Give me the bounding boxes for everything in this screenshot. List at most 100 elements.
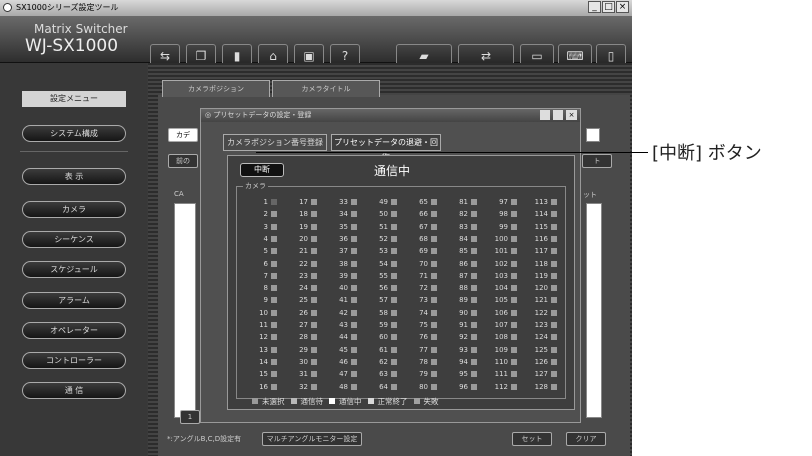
status-indicator-icon	[271, 248, 277, 255]
camera-status-cell: 75	[399, 320, 439, 330]
status-indicator-icon	[351, 211, 357, 218]
camera-status-cell: 114	[519, 209, 559, 219]
status-indicator-icon	[311, 334, 317, 341]
close-button[interactable]: ×	[616, 1, 629, 13]
sidebar-item-schedule[interactable]: スケジュール	[22, 261, 126, 278]
camera-number: 59	[379, 321, 388, 329]
minimize-button[interactable]: _	[588, 1, 601, 13]
camera-number: 123	[534, 321, 548, 329]
camera-status-cell: 36	[319, 234, 359, 244]
brand-line2: WJ-SX1000	[25, 36, 119, 56]
camera-status-cell: 98	[479, 209, 519, 219]
camera-number: 10	[259, 308, 268, 317]
status-indicator-icon	[351, 358, 357, 365]
camera-number: 51	[379, 222, 388, 231]
sidebar-item-system[interactable]: システム構成	[22, 125, 126, 142]
sidebar-item-operator[interactable]: オペレーター	[22, 322, 126, 339]
tab-camera-position[interactable]: カメラポジション	[162, 80, 270, 97]
camera-status-cell: 90	[439, 308, 479, 318]
dialog-close-button[interactable]: ×	[566, 110, 577, 120]
camera-number: 39	[339, 271, 348, 280]
suspend-button[interactable]: 中断	[240, 163, 284, 177]
camera-number: 126	[534, 357, 548, 366]
multi-angle-button[interactable]: マルチアングルモニター設定	[262, 432, 362, 446]
camera-number: 86	[459, 259, 468, 268]
dialog-maximize-button[interactable]	[553, 110, 563, 120]
footnote: *:アングルB,C,D設定有	[167, 435, 242, 443]
camera-status-cell: 121	[519, 295, 559, 305]
status-indicator-icon	[271, 235, 277, 242]
status-indicator-icon	[511, 358, 517, 365]
status-indicator-icon	[471, 223, 477, 230]
status-indicator-icon	[391, 211, 397, 218]
status-indicator-icon	[351, 334, 357, 341]
camera-status-cell: 128	[519, 382, 559, 392]
col-header-right: ット	[583, 191, 597, 199]
status-indicator-icon	[351, 322, 357, 328]
camera-status-cell: 86	[439, 259, 479, 269]
camera-number: 106	[494, 308, 508, 317]
status-indicator-icon	[511, 235, 517, 242]
camera-number: 47	[339, 370, 348, 379]
camera-status-cell: 113	[519, 197, 559, 207]
tab-preset-backup[interactable]: プリセットデータの退避・回復	[331, 134, 441, 162]
sidebar-item-sequence[interactable]: シーケンス	[22, 231, 126, 248]
sidebar-item-display[interactable]: 表 示	[22, 168, 126, 185]
camera-status-cell: 34	[319, 209, 359, 219]
status-indicator-icon	[511, 248, 517, 255]
clear-button[interactable]: クリア	[566, 432, 606, 446]
sidebar-item-alarm[interactable]: アラーム	[22, 292, 126, 309]
camera-number: 93	[459, 345, 468, 354]
status-indicator-icon	[511, 272, 517, 279]
tab-camera-title[interactable]: カメラタイトル	[272, 80, 380, 97]
camera-status-cell: 119	[519, 271, 559, 281]
camera-status-cell: 32	[279, 382, 319, 392]
next-button[interactable]: ト	[582, 154, 612, 168]
status-indicator-icon	[271, 260, 277, 267]
camera-status-cell: 93	[439, 345, 479, 355]
camera-status-cell: 79	[399, 369, 439, 379]
camera-status-cell: 40	[319, 283, 359, 293]
camera-status-cell: 45	[319, 345, 359, 355]
set-button[interactable]: セット	[512, 432, 552, 446]
comm-title: 通信中	[374, 164, 411, 178]
status-indicator-icon	[391, 223, 397, 230]
checkbox[interactable]	[586, 128, 600, 142]
status-indicator-icon	[311, 199, 317, 205]
camera-number: 46	[339, 357, 348, 366]
camera-number: 32	[299, 382, 308, 391]
camera-number: 20	[299, 234, 308, 243]
camera-status-cell: 65	[399, 197, 439, 207]
status-indicator-icon	[391, 199, 397, 205]
dialog-minimize-button[interactable]	[540, 110, 550, 120]
left-field[interactable]: カデ	[168, 128, 198, 142]
camera-number: 89	[459, 296, 468, 305]
status-indicator-icon	[311, 346, 317, 353]
camera-number: 43	[339, 321, 348, 329]
camera-status-cell: 77	[399, 345, 439, 355]
camera-status-cell: 10	[239, 308, 279, 318]
status-indicator-icon	[431, 223, 437, 230]
status-indicator-icon	[551, 285, 557, 292]
status-indicator-icon	[351, 235, 357, 242]
page-button[interactable]: 1	[180, 410, 200, 424]
camera-number: 103	[494, 271, 508, 280]
camera-status-cell: 14	[239, 357, 279, 367]
legend-label: 通信中	[339, 397, 362, 406]
camera-number: 100	[494, 234, 508, 243]
status-indicator-icon	[551, 248, 557, 255]
camera-number: 104	[494, 284, 508, 293]
camera-number: 69	[419, 247, 428, 256]
camera-status-cell: 103	[479, 271, 519, 281]
sidebar-item-comm[interactable]: 通 信	[22, 382, 126, 399]
camera-number: 35	[339, 222, 348, 231]
legend-item: 通信待	[290, 396, 323, 407]
sidebar-item-controller[interactable]: コントローラー	[22, 352, 126, 369]
sidebar-item-camera[interactable]: カメラ	[22, 201, 126, 218]
tab-position-register[interactable]: カメラポジション番号登録	[223, 134, 327, 151]
maximize-button[interactable]: □	[602, 1, 615, 13]
camera-number: 28	[299, 333, 308, 342]
prev-button[interactable]: 前の	[168, 154, 198, 168]
status-indicator-icon	[311, 297, 317, 304]
camera-status-cell: 56	[359, 283, 399, 293]
